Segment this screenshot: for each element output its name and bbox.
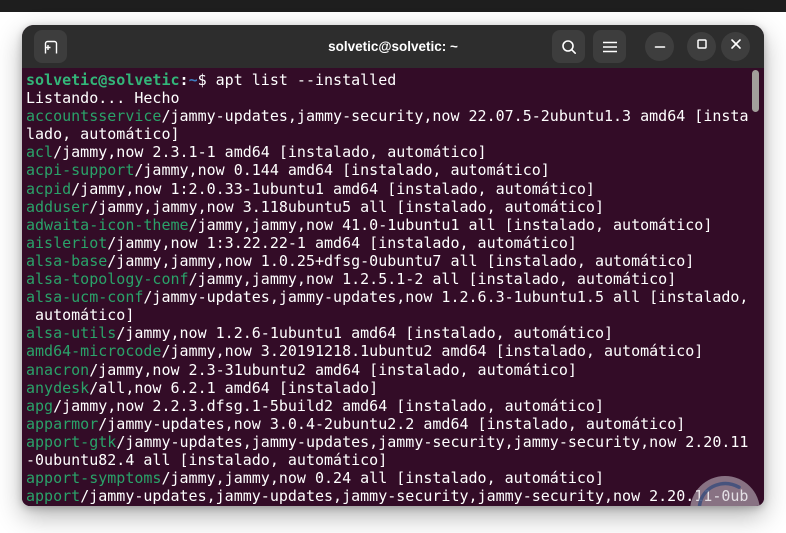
maximize-icon xyxy=(695,37,709,56)
terminal-line: accountsservice/jammy-updates,jammy-secu… xyxy=(26,107,749,126)
terminal-line: alsa-base/jammy,jammy,now 1.0.25+dfsg-0u… xyxy=(26,251,695,270)
maximize-button[interactable] xyxy=(687,32,716,61)
menu-button[interactable] xyxy=(593,30,626,63)
screen-top-strip xyxy=(0,0,786,12)
terminal-screen[interactable]: solvetic@solvetic:~$ apt list --installe… xyxy=(22,68,764,506)
terminal-window: solvetic@solvetic: ~ solvetic@solvetic:~… xyxy=(22,25,764,506)
terminal-line: automático] xyxy=(26,306,135,325)
terminal-line: apparmor/jammy-updates,now 3.0.4-2ubuntu… xyxy=(26,414,686,433)
terminal-line: adwaita-icon-theme/jammy,jammy,now 41.0-… xyxy=(26,215,713,234)
close-button[interactable] xyxy=(721,32,750,61)
scrollbar-thumb[interactable] xyxy=(752,70,759,112)
terminal-line: -0ubuntu82.4 all [instalado, automático] xyxy=(26,450,388,469)
minimize-button[interactable] xyxy=(645,32,674,61)
terminal-line: amd64-microcode/jammy,now 3.20191218.1ub… xyxy=(26,342,704,361)
new-tab-icon xyxy=(41,37,61,57)
terminal-line: acl/jammy,now 2.3.1-1 amd64 [instalado, … xyxy=(26,143,487,162)
terminal-output: solvetic@solvetic:~$ apt list --installe… xyxy=(26,71,764,505)
terminal-line: Listando... Hecho xyxy=(26,89,180,108)
search-icon xyxy=(560,38,578,56)
terminal-line: anacron/jammy,now 2.3-31ubuntu2 amd64 [i… xyxy=(26,360,577,379)
terminal-line: alsa-utils/jammy,now 1.2.6-1ubuntu1 amd6… xyxy=(26,324,614,343)
minimize-icon xyxy=(653,37,667,56)
terminal-line: lado, automático] xyxy=(26,125,180,144)
terminal-line: apport-gtk/jammy-updates,jammy-updates,j… xyxy=(26,432,749,451)
search-button[interactable] xyxy=(552,30,585,63)
terminal-line: alsa-topology-conf/jammy,jammy,now 1.2.5… xyxy=(26,270,677,289)
screenshot-root: solvetic@solvetic: ~ solvetic@solvetic:~… xyxy=(0,0,786,533)
terminal-line: acpi-support/jammy,now 0.144 amd64 [inst… xyxy=(26,161,550,180)
terminal-line: anydesk/all,now 6.2.1 amd64 [instalado] xyxy=(26,378,379,397)
hamburger-menu-icon xyxy=(602,40,618,54)
terminal-line: apport-symptoms/jammy,jammy,now 0.24 all… xyxy=(26,469,604,488)
terminal-line: alsa-ucm-conf/jammy-updates,jammy-update… xyxy=(26,288,749,307)
terminal-line: apg/jammy,now 2.2.3.dfsg.1-5build2 amd64… xyxy=(26,396,604,415)
terminal-line: aisleriot/jammy,now 1:3.22.22-1 amd64 [i… xyxy=(26,233,577,252)
terminal-line: acpid/jammy,now 1:2.0.33-1ubuntu1 amd64 … xyxy=(26,179,595,198)
terminal-line: adduser/jammy,jammy,now 3.118ubuntu5 all… xyxy=(26,197,604,216)
close-icon xyxy=(729,37,743,56)
terminal-line: apport/jammy-updates,jammy-updates,jammy… xyxy=(26,487,749,506)
terminal-line: solvetic@solvetic:~$ apt list --installe… xyxy=(26,71,397,89)
new-tab-button[interactable] xyxy=(34,30,67,63)
titlebar[interactable]: solvetic@solvetic: ~ xyxy=(22,25,764,68)
